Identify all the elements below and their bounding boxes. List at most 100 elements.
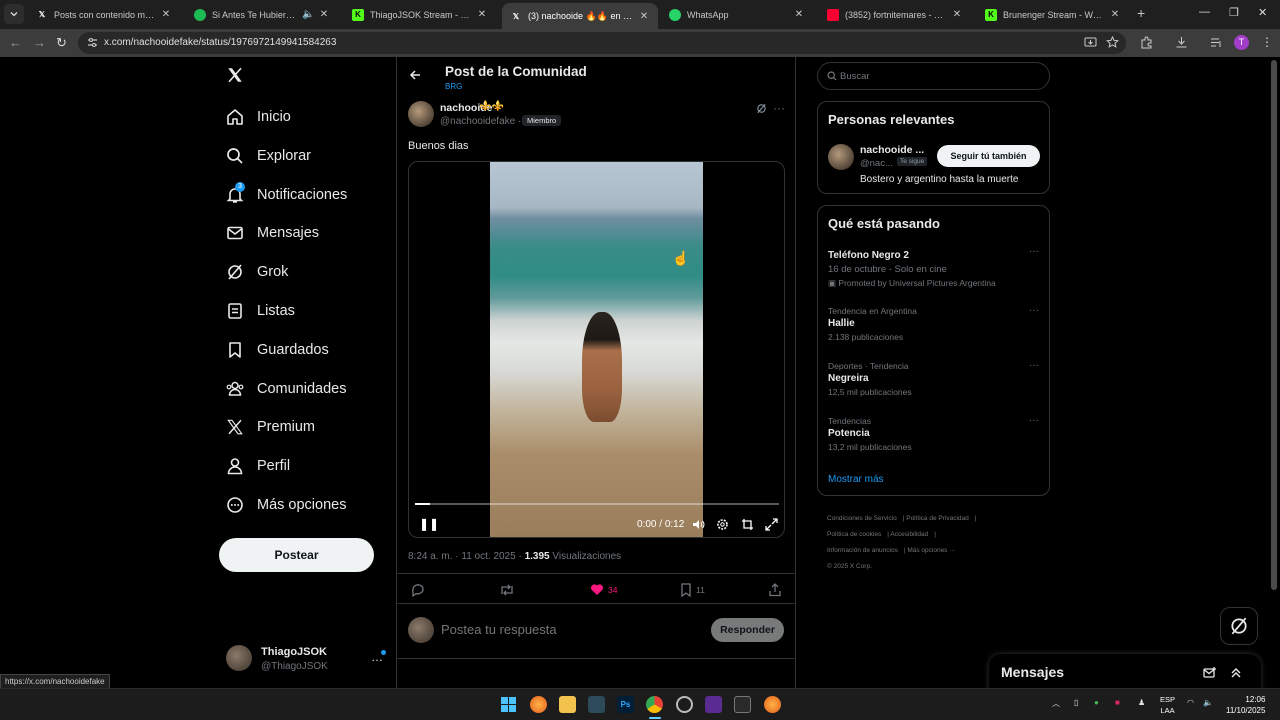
picture-in-picture-icon[interactable] [741,518,754,531]
downloads-icon[interactable] [1175,36,1188,49]
account-avatar[interactable] [226,645,252,671]
close-tab-icon[interactable]: ✕ [1109,9,1121,20]
profile-avatar[interactable]: T [1234,35,1249,50]
nav-item-perfil[interactable]: Perfil [226,454,290,478]
reply-action[interactable] [411,583,429,597]
nav-item-premium[interactable]: Premium [226,415,315,439]
reply-button[interactable]: Responder [711,618,784,642]
nav-item-explorar[interactable]: Explorar [226,144,311,168]
close-tab-icon[interactable]: ✕ [638,11,650,22]
tray-app-icon[interactable]: ♟ [1138,698,1145,707]
browser-tab[interactable]: 𝕏 Posts con contenido multimedia ✕ [28,3,180,26]
wifi-icon[interactable]: ◠ [1187,698,1194,707]
volume-icon[interactable] [692,518,705,531]
footer-link[interactable]: Condiciones de Servicio [827,515,897,522]
app-icon[interactable] [676,696,693,713]
trend-item[interactable]: Tendencias Potencia 13,2 mil publicacion… [828,416,1038,452]
volume-tray-icon[interactable]: 🔈 [1203,698,1213,707]
grok-floating-button[interactable] [1220,607,1258,645]
chevron-up-double-icon[interactable] [1229,666,1243,680]
browser-tab[interactable]: K Brunenger Stream - Watch Live ✕ [977,3,1129,26]
browser-tab[interactable]: (3852) fortnitemares - YouTube ✕ [819,3,971,26]
x-logo-icon[interactable] [226,66,244,84]
app-icon[interactable] [705,696,722,713]
close-tab-icon[interactable]: ✕ [318,9,330,20]
footer-link[interactable]: Política de cookies [827,531,881,538]
reply-input[interactable] [441,622,691,637]
tab-search-button[interactable] [4,4,24,24]
close-tab-icon[interactable]: ✕ [951,9,963,20]
install-app-icon[interactable] [1084,36,1097,49]
restore-button[interactable]: ❐ [1229,6,1239,19]
search-box[interactable]: Buscar [817,62,1050,90]
media-control-icon[interactable] [1210,36,1223,49]
nav-item-comunidades[interactable]: Comunidades [226,377,346,401]
share-action[interactable] [768,583,786,597]
footer-link[interactable]: Información de anuncios [827,547,898,554]
trend-more-button[interactable]: ··· [1029,305,1039,316]
nav-item-listas[interactable]: Listas [226,299,295,323]
new-tab-button[interactable]: + [1137,5,1145,21]
tray-app-icon[interactable]: ■ [1115,698,1120,707]
post-more-button[interactable]: ··· [773,101,785,115]
nav-item-guardados[interactable]: Guardados [226,338,329,362]
battery-icon[interactable]: ▯ [1074,698,1078,707]
address-bar[interactable]: x.com/nachooidefake/status/1976972149941… [78,32,1126,54]
close-tab-icon[interactable]: ✕ [476,9,488,20]
post-button[interactable]: Postear [219,538,374,572]
bookmark-action[interactable]: 11 [680,583,705,597]
language-indicator[interactable]: ESP LAA [1160,694,1175,716]
nav-item-mas-opciones[interactable]: Más opciones [226,493,346,517]
grok-icon[interactable] [756,103,767,114]
site-info-icon[interactable] [87,37,98,48]
windows-start-icon[interactable] [500,696,517,713]
trend-more-button[interactable]: ··· [1029,246,1039,257]
blender-icon[interactable] [764,696,781,713]
trend-item[interactable]: Tendencia en Argentina Hallie 2.138 publ… [828,306,1038,342]
back-button[interactable]: ← [9,35,22,50]
mute-tab-icon[interactable]: 🔈 [302,9,314,20]
page-scrollbar[interactable] [1271,60,1277,590]
new-message-icon[interactable] [1203,666,1217,680]
like-action[interactable]: 34 [590,583,617,596]
follow-back-button[interactable]: Seguir tú también [937,145,1040,167]
account-name[interactable]: ThiagoJSOK [261,646,327,658]
bookmark-star-icon[interactable] [1106,36,1119,49]
trend-promoted[interactable]: Teléfono Negro 2 16 de octubre - Solo en… [828,248,1038,289]
repost-action[interactable] [499,583,519,597]
browser-tab-active[interactable]: 𝕏 (3) nachooide 🔥🔥 en X: "Buenos dias" ✕ [502,3,658,29]
browser-tab[interactable]: Si Antes Te Hubiera Conocido 🔈 ✕ [186,3,338,26]
community-link[interactable]: BRG [445,82,462,91]
minimize-button[interactable]: — [1199,6,1210,18]
terminal-icon[interactable] [734,696,751,713]
relevant-avatar[interactable] [828,144,854,170]
trend-more-button[interactable]: ··· [1029,415,1039,426]
trend-item[interactable]: Deportes · Tendencia Negreira 12,5 mil p… [828,361,1038,397]
nav-item-grok[interactable]: Grok [226,260,288,284]
app-icon[interactable] [588,696,605,713]
settings-gear-icon[interactable] [716,518,729,531]
nav-item-inicio[interactable]: Inicio [226,105,291,129]
browser-menu-button[interactable]: ⋮ [1261,35,1273,49]
pause-button[interactable]: ❚❚ [419,517,439,531]
chrome-icon[interactable] [646,696,663,713]
footer-link[interactable]: Política de Privacidad [906,515,969,522]
video-progress-bar[interactable] [415,503,779,505]
tray-overflow-icon[interactable]: ︿ [1052,698,1060,709]
back-arrow-icon[interactable] [409,69,421,81]
video-player[interactable]: ☝ ❚❚ 0:00 / 0:12 [408,161,785,538]
reload-button[interactable]: ↻ [56,35,67,51]
author-avatar[interactable] [408,101,434,127]
file-explorer-icon[interactable] [559,696,576,713]
footer-link[interactable]: Accesibilidad [890,531,928,538]
fullscreen-icon[interactable] [765,518,778,531]
trend-more-button[interactable]: ··· [1029,360,1039,371]
relevant-name[interactable]: nachooide ... [860,144,924,156]
photoshop-icon[interactable]: Ps [617,696,634,713]
browser-tab[interactable]: K ThiagoJSOK Stream - Kick Dashboard ✕ [344,3,496,26]
forward-button[interactable]: → [33,35,46,50]
browser-tab[interactable]: WhatsApp ✕ [661,3,813,26]
blender-icon[interactable] [530,696,547,713]
extensions-icon[interactable] [1140,36,1153,49]
system-clock[interactable]: 12:06 11/10/2025 [1226,694,1265,716]
